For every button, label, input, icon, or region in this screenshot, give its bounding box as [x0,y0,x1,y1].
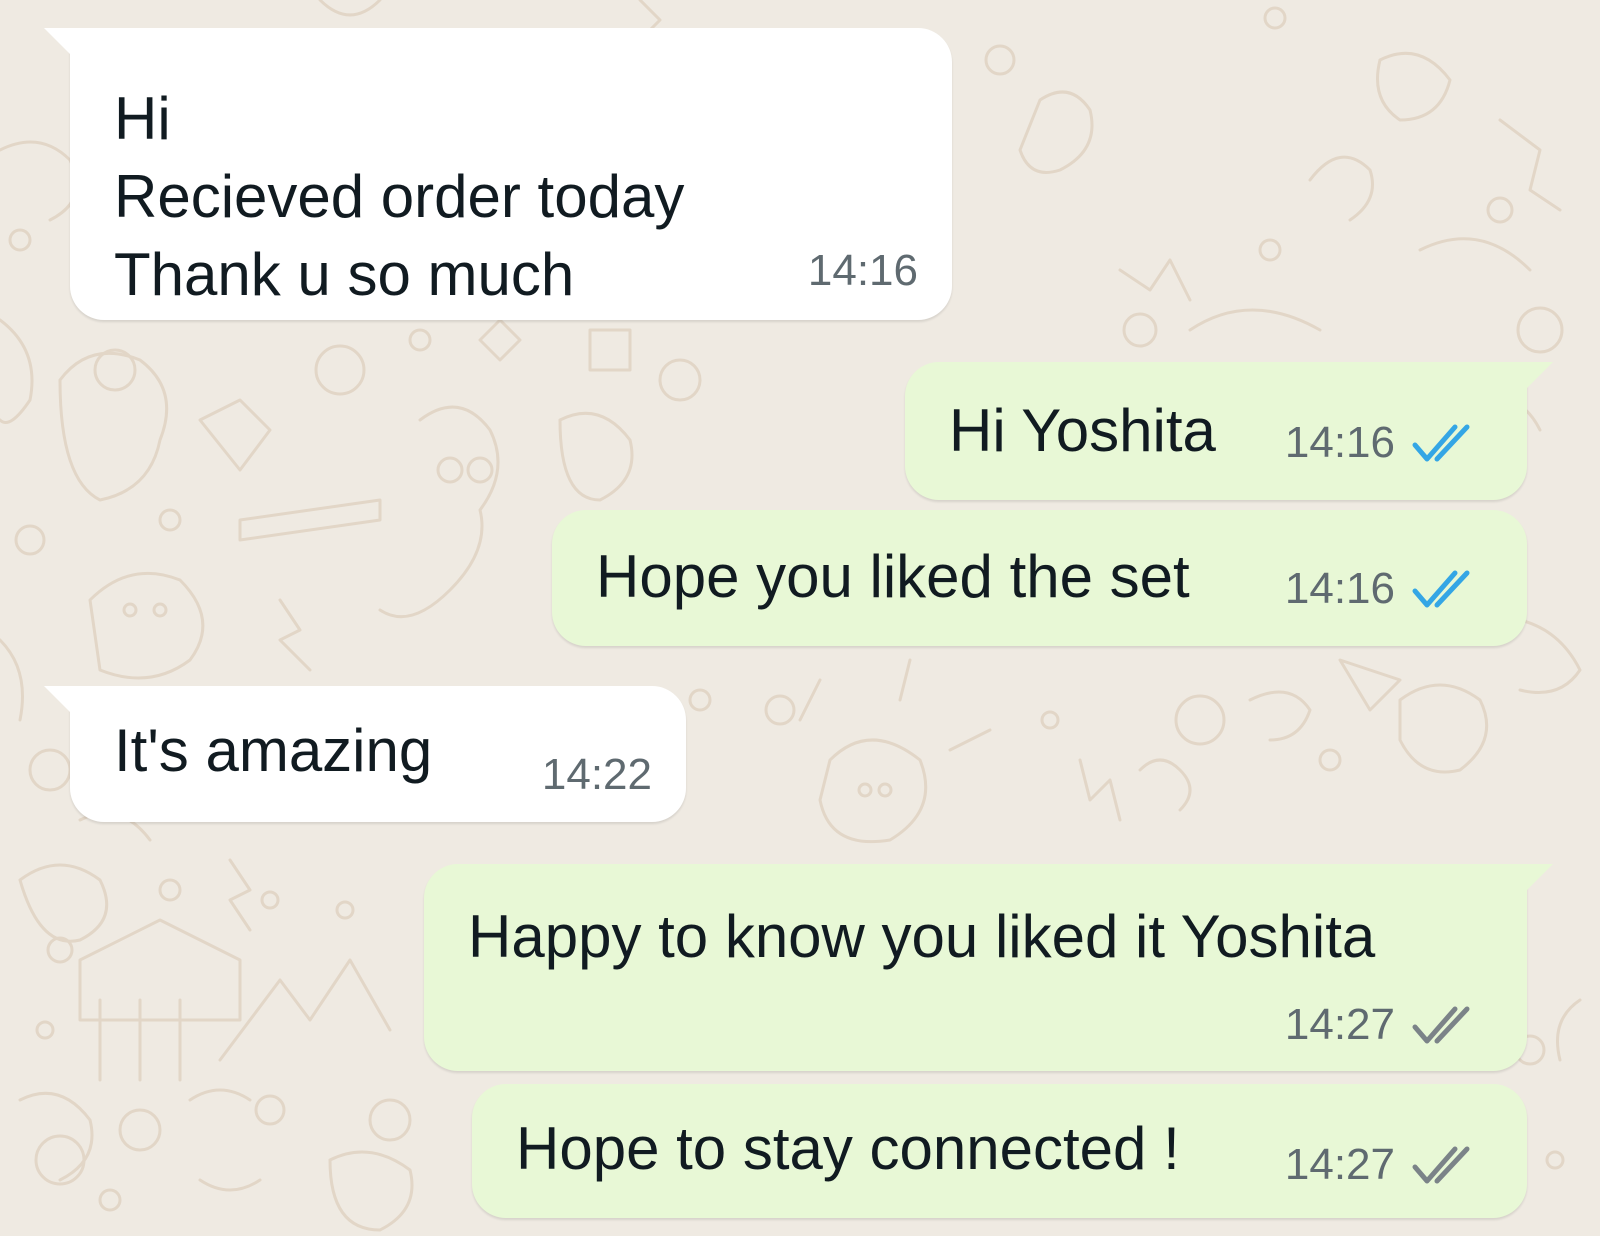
message-bubble-incoming[interactable]: Hi Recieved order today Thank u so much … [44,28,952,320]
message-meta: 14:16 [808,246,918,296]
bubble-tail [1523,362,1553,392]
bubble-tail [44,28,74,58]
double-check-icon [1411,569,1477,609]
message-bubble-incoming[interactable]: It's amazing 14:22 [44,686,686,822]
message-bubble-outgoing[interactable]: Hi Yoshita 14:16 [905,362,1553,500]
message-bubble-outgoing[interactable]: Hope to stay connected ! 14:27 [472,1084,1527,1218]
message-meta: 14:27 [1285,1000,1477,1050]
message-meta: 14:27 [1285,1140,1477,1190]
message-time: 14:16 [807,246,918,295]
message-text: Hope to stay connected ! [516,1115,1180,1182]
message-line: Thank u so much [114,241,575,308]
message-bubble-outgoing[interactable]: Happy to know you liked it Yoshita 14:27 [424,864,1553,1071]
double-check-icon [1411,423,1477,463]
double-check-icon [1411,1005,1477,1045]
message-meta: 14:16 [1285,564,1477,614]
message-text: Hi Yoshita [949,397,1216,464]
message-line: Hi [114,85,171,152]
message-meta: 14:16 [1285,418,1477,468]
message-text: It's amazing [114,717,433,784]
message-bubble-outgoing[interactable]: Hope you liked the set 14:16 [552,510,1527,646]
bubble-tail [1523,864,1553,894]
bubble-tail [44,686,74,716]
message-text: Happy to know you liked it Yoshita [468,903,1376,970]
message-meta: 14:22 [542,750,652,800]
double-check-icon [1411,1145,1477,1185]
message-time: 14:27 [1284,1140,1395,1189]
message-text: Hope you liked the set [596,543,1190,610]
message-time: 14:22 [541,750,652,799]
message-line: Recieved order today [114,163,685,230]
message-time: 14:16 [1284,564,1395,613]
message-time: 14:16 [1284,418,1395,467]
message-time: 14:27 [1284,1000,1395,1049]
